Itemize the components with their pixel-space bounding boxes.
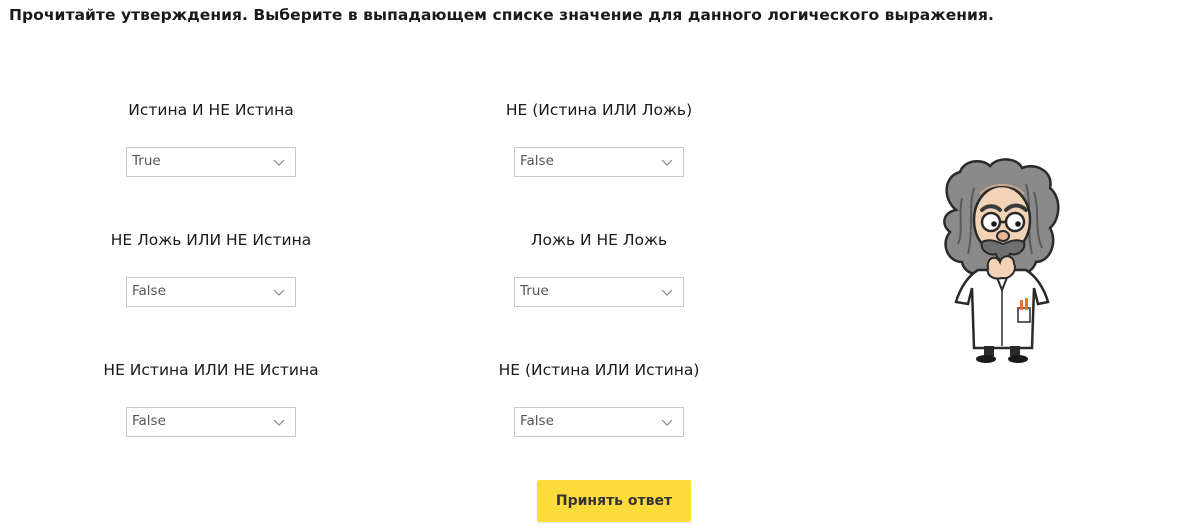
question-6-select[interactable]: False <box>514 407 684 437</box>
question-1-select[interactable]: True <box>126 147 296 177</box>
question-3-selected-value: False <box>132 283 166 299</box>
question-4-expression: Ложь И НЕ Ложь <box>530 231 668 249</box>
chevron-down-icon <box>273 289 285 296</box>
quiz-page: Прочитайте утверждения. Выберите в выпад… <box>0 0 1202 529</box>
question-2: НЕ (Истина ИЛИ Ложь) False <box>434 100 764 177</box>
question-6-expression: НЕ (Истина ИЛИ Истина) <box>498 361 700 379</box>
question-3: НЕ Ложь ИЛИ НЕ Истина False <box>46 230 376 307</box>
chevron-down-icon <box>661 289 673 296</box>
question-3-expression: НЕ Ложь ИЛИ НЕ Истина <box>110 231 312 249</box>
professor-mascot-illustration <box>943 158 1060 363</box>
question-6: НЕ (Истина ИЛИ Истина) False <box>434 360 764 437</box>
question-4-select[interactable]: True <box>514 277 684 307</box>
question-2-expression: НЕ (Истина ИЛИ Ложь) <box>505 101 693 119</box>
chevron-down-icon <box>661 419 673 426</box>
question-4: Ложь И НЕ Ложь True <box>434 230 764 307</box>
question-5-select[interactable]: False <box>126 407 296 437</box>
question-2-selected-value: False <box>520 153 554 169</box>
question-5: НЕ Истина ИЛИ НЕ Истина False <box>46 360 376 437</box>
chevron-down-icon <box>661 159 673 166</box>
submit-answer-button[interactable]: Принять ответ <box>537 480 691 522</box>
chevron-down-icon <box>273 159 285 166</box>
question-2-select[interactable]: False <box>514 147 684 177</box>
question-5-expression: НЕ Истина ИЛИ НЕ Истина <box>103 361 319 379</box>
question-1-expression: Истина И НЕ Истина <box>128 101 294 119</box>
question-4-selected-value: True <box>520 283 549 299</box>
question-5-selected-value: False <box>132 413 166 429</box>
question-1: Истина И НЕ Истина True <box>46 100 376 177</box>
question-6-selected-value: False <box>520 413 554 429</box>
instruction-text: Прочитайте утверждения. Выберите в выпад… <box>9 6 994 24</box>
chevron-down-icon <box>273 419 285 426</box>
question-1-selected-value: True <box>132 153 161 169</box>
question-3-select[interactable]: False <box>126 277 296 307</box>
